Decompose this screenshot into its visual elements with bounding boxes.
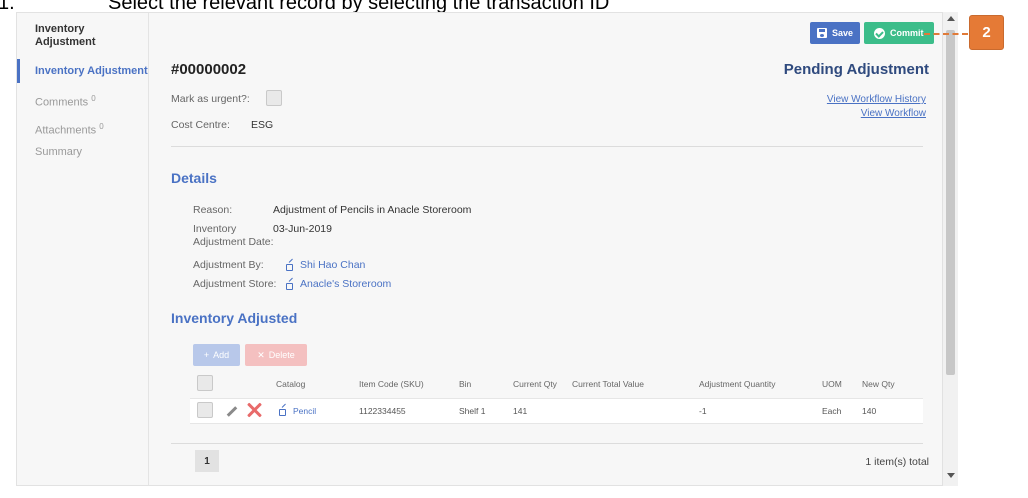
adjustment-date-label-line1: Inventory <box>193 223 237 235</box>
column-header: UOM <box>822 379 842 389</box>
column-header: Current Qty <box>513 379 557 389</box>
external-link-icon <box>279 407 287 416</box>
adjustment-qty-cell: -1 <box>699 406 707 416</box>
column-header: Bin <box>459 379 472 389</box>
save-button[interactable]: Save <box>810 22 860 44</box>
current-qty-cell: 141 <box>513 406 528 416</box>
adjustment-date-value: 03-Jun-2019 <box>273 223 332 235</box>
adjustment-date-label-line2: Adjustment Date: <box>193 236 274 248</box>
urgent-checkbox[interactable] <box>266 90 282 106</box>
catalog-link[interactable]: Pencil <box>279 406 316 416</box>
step-number: 1. <box>0 0 15 14</box>
main-content: Save Commit #00000002 Pending Adjustment… <box>150 13 957 485</box>
save-icon <box>816 28 827 38</box>
delete-button[interactable]: ✕ Delete <box>245 344 307 366</box>
sidebar-item-summary[interactable]: Summary <box>17 140 149 164</box>
new-qty-cell: 140 <box>862 406 877 416</box>
status-title: Pending Adjustment <box>783 61 929 78</box>
bin-cell: Shelf 1 <box>459 406 486 416</box>
vertical-scrollbar[interactable] <box>942 12 958 486</box>
column-header: New Qty <box>862 379 895 389</box>
document-heading: 1. Select the relevant record by selecti… <box>0 0 1028 14</box>
adjustment-by-value: Shi Hao Chan <box>300 259 366 271</box>
column-header: Catalog <box>276 379 306 389</box>
cost-centre-label: Cost Centre: <box>171 119 230 131</box>
inventory-adjusted-title: Inventory Adjusted <box>171 310 298 326</box>
view-workflow-link[interactable]: View Workflow <box>861 108 926 119</box>
scroll-up-arrow-icon[interactable] <box>947 16 955 21</box>
close-icon: ✕ <box>257 349 265 360</box>
scroll-thumb[interactable] <box>946 30 955 375</box>
uom-cell: Each <box>822 406 842 416</box>
app-window: Inventory Adjustment Inventory Adjustmen… <box>16 12 958 486</box>
attachments-count: 0 <box>99 122 104 131</box>
select-all-checkbox[interactable] <box>197 375 213 391</box>
divider <box>171 146 923 147</box>
sidebar-item-inventory-adjustment[interactable]: Inventory Adjustment <box>17 59 149 83</box>
commit-label: Commit <box>890 28 924 38</box>
step-callout: 2 <box>969 15 1004 50</box>
sidebar-item-label: Comments <box>35 96 89 109</box>
add-button[interactable]: + Add <box>193 344 240 366</box>
page-button[interactable]: 1 <box>195 450 219 472</box>
adjustment-store-label: Adjustment Store: <box>193 278 277 290</box>
external-link-icon <box>286 262 294 271</box>
scroll-down-arrow-icon[interactable] <box>947 473 955 478</box>
record-id: #00000002 <box>171 61 247 78</box>
adjustment-store-value: Anacle's Storeroom <box>300 278 392 290</box>
column-header: Current Total Value <box>572 379 644 389</box>
column-header: Item Code (SKU) <box>359 379 424 389</box>
footer-divider <box>171 443 923 444</box>
adjustment-store-link[interactable]: Anacle's Storeroom <box>286 278 391 291</box>
adjustment-date-label: Inventory Adjustment Date: <box>193 223 274 249</box>
details-title: Details <box>171 170 217 186</box>
view-workflow-history-link[interactable]: View Workflow History <box>827 94 926 105</box>
sidebar-item-label: Summary <box>35 146 83 158</box>
urgent-label: Mark as urgent?: <box>171 93 250 105</box>
column-header: Adjustment Quantity <box>699 379 776 389</box>
reason-label: Reason: <box>193 204 233 216</box>
sidebar-item-attachments[interactable]: Attachments 0 <box>17 115 149 139</box>
sku-cell: 1122334455 <box>359 406 406 416</box>
delete-row-icon[interactable] <box>246 402 262 418</box>
sidebar-title: Inventory Adjustment <box>35 23 96 48</box>
plus-icon: + <box>203 350 210 360</box>
callout-connector <box>924 33 968 35</box>
row-checkbox[interactable] <box>197 402 213 418</box>
cost-centre-value: ESG <box>251 119 274 131</box>
sidebar-item-comments[interactable]: Comments 0 <box>17 87 149 111</box>
sidebar: Inventory Adjustment Inventory Adjustmen… <box>17 13 149 485</box>
comments-count: 0 <box>91 94 96 103</box>
check-circle-icon <box>874 27 885 39</box>
adjustment-by-label: Adjustment By: <box>193 259 264 271</box>
sidebar-item-label: Attachments <box>35 124 97 137</box>
reason-value: Adjustment of Pencils in Anacle Storeroo… <box>273 204 472 216</box>
external-link-icon <box>286 281 294 290</box>
add-label: Add <box>213 350 230 360</box>
total-count: 1 item(s) total <box>865 456 929 468</box>
save-label: Save <box>831 28 854 38</box>
sidebar-item-label: Inventory Adjustment <box>35 65 148 77</box>
delete-label: Delete <box>268 350 295 360</box>
catalog-value: Pencil <box>293 406 317 416</box>
adjustment-by-link[interactable]: Shi Hao Chan <box>286 259 365 272</box>
